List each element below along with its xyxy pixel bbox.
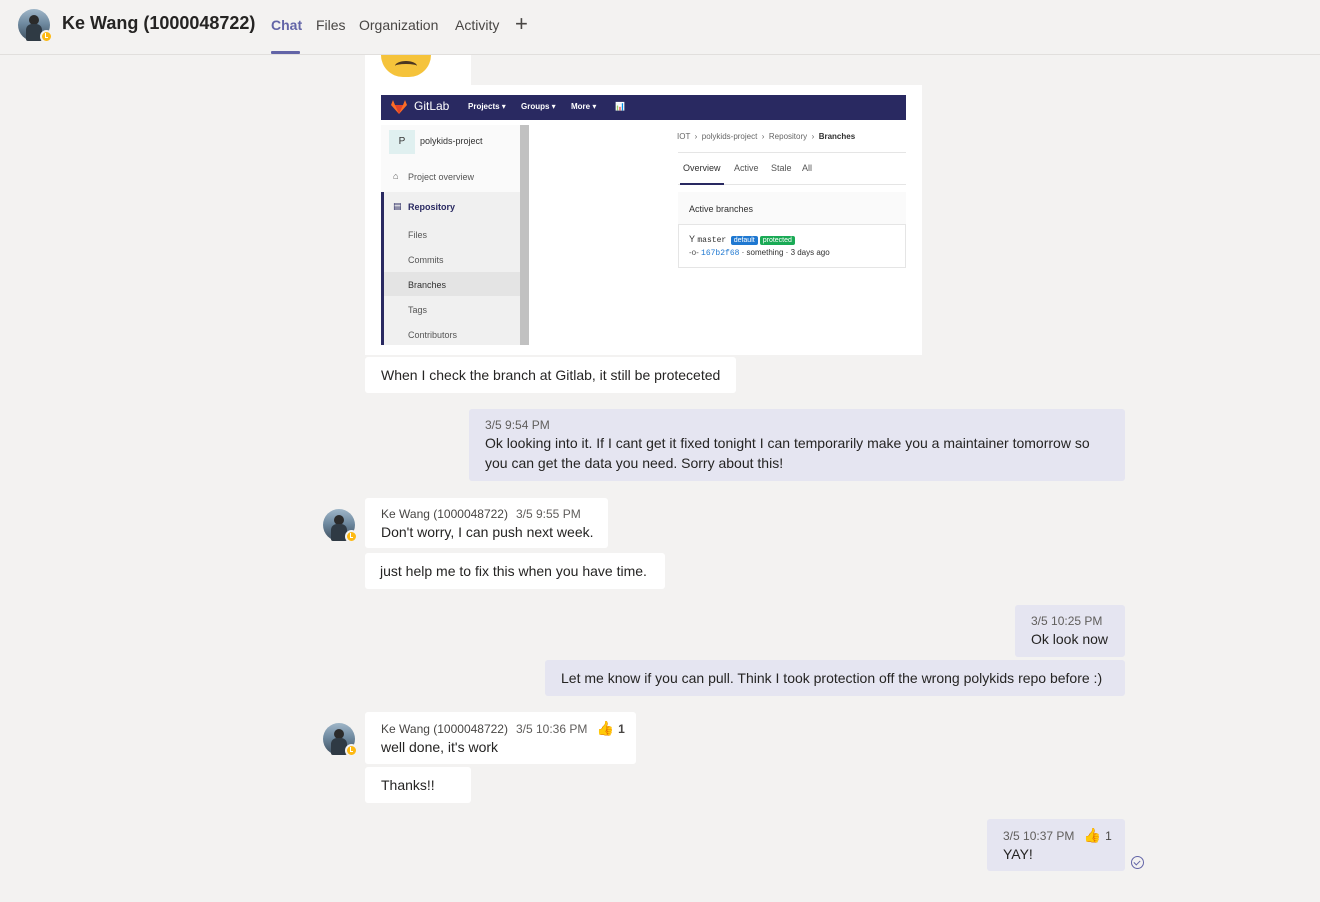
message-timestamp: 3/5 9:55 PM <box>515 507 581 521</box>
branch-name: master <box>697 236 727 245</box>
gitlab-nav-groups: Groups ▾ <box>521 102 556 111</box>
message-bubble[interactable]: just help me to fix this when you have t… <box>365 553 665 589</box>
project-initial-badge: P <box>389 130 415 154</box>
chat-title: Ke Wang (1000048722) <box>62 13 256 33</box>
my-message-bubble[interactable]: 3/5 10:37 PM 👍 1 YAY! <box>987 819 1125 871</box>
commit-info: · something · 3 days ago <box>741 248 830 257</box>
message-bubble[interactable]: Thanks!! <box>365 767 471 803</box>
seen-check-icon <box>1131 856 1144 869</box>
crumb-branches: Branches <box>818 132 856 141</box>
reaction-count: 1 <box>618 722 625 736</box>
away-status-icon <box>345 530 358 543</box>
reaction-count: 1 <box>1105 829 1112 843</box>
message-bubble[interactable]: Ke Wang (1000048722) 3/5 9:55 PM Don't wo… <box>365 498 608 548</box>
gitlab-active-tab-indicator <box>680 183 724 185</box>
gitlab-navbar: GitLab Projects ▾ Groups ▾ More ▾ 📊 <box>381 95 906 120</box>
message-timestamp: 3/5 10:25 PM <box>1031 614 1103 628</box>
sidebar-tags: Tags <box>408 305 428 315</box>
gitlab-nav-more: More ▾ <box>571 102 597 111</box>
sidebar-project-overview: Project overview <box>408 172 475 182</box>
gitlab-tab-stale: Stale <box>771 163 792 173</box>
branch-fork-icon: Y <box>689 234 695 244</box>
reaction[interactable]: 👍 1 <box>1084 827 1112 844</box>
tab-files[interactable]: Files <box>316 17 346 33</box>
sidebar-repository: Repository <box>408 202 456 212</box>
tab-chat[interactable]: Chat <box>271 17 302 33</box>
crumb-repository: Repository <box>768 132 808 141</box>
message-text: well done, it's work <box>381 739 499 755</box>
gitlab-tab-overview: Overview <box>683 163 721 173</box>
sidebar-contributors: Contributors <box>408 330 458 340</box>
sidebar-commits: Commits <box>408 255 444 265</box>
badge-protected: protected <box>759 236 795 245</box>
commit-icon: -o- <box>689 248 699 257</box>
gitlab-tab-all: All <box>802 163 813 173</box>
thumbs-up-icon: 👍 <box>596 720 615 736</box>
message-meta: Ke Wang (1000048722) 3/5 10:36 PM 👍 1 <box>381 720 625 737</box>
sidebar-files: Files <box>408 230 428 240</box>
tab-activity[interactable]: Activity <box>455 17 499 33</box>
gitlab-breadcrumb: IOT › polykids-project › Repository › Br… <box>677 132 856 141</box>
tab-organization[interactable]: Organization <box>359 17 438 33</box>
message-text: Let me know if you can pull. Think I too… <box>561 670 1103 686</box>
message-text-line1: Ok looking into it. If I cant get it fix… <box>485 435 1090 451</box>
message-text-line2: you can get the data you need. Sorry abo… <box>485 455 784 471</box>
chat-header: Ke Wang (1000048722) Chat Files Organiza… <box>0 0 1320 55</box>
gitlab-sidebar-branches-highlight <box>384 272 520 296</box>
gitlab-brand: GitLab <box>414 99 450 113</box>
my-message-bubble[interactable]: 3/5 10:25 PM Ok look now <box>1015 605 1125 657</box>
repository-icon: ▤ <box>393 201 402 211</box>
add-tab-icon[interactable]: + <box>515 12 528 36</box>
gitlab-nav-projects: Projects ▾ <box>468 102 506 111</box>
house-icon: ⌂ <box>393 171 399 181</box>
active-tab-indicator <box>271 51 300 54</box>
message-text: Thanks!! <box>381 777 435 793</box>
gitlab-nav-chart-icon: 📊 <box>615 102 625 111</box>
commit-row: -o- 167b2f68 · something · 3 days ago <box>689 248 830 258</box>
gitlab-logo-icon <box>391 100 407 114</box>
my-message-bubble[interactable]: Let me know if you can pull. Think I too… <box>545 660 1125 696</box>
message-bubble[interactable]: When I check the branch at Gitlab, it st… <box>365 357 736 393</box>
gitlab-sidebar-repository-section <box>381 192 520 345</box>
gitlab-tab-active: Active <box>734 163 759 173</box>
thumbs-up-icon: 👍 <box>1083 827 1102 843</box>
badge-default: default <box>730 236 758 245</box>
reaction[interactable]: 👍 1 <box>597 720 625 737</box>
gitlab-sidebar-scrollbar <box>520 125 529 345</box>
crumb-project: polykids-project <box>701 132 758 141</box>
gitlab-screenshot-image[interactable]: GitLab Projects ▾ Groups ▾ More ▾ 📊 P po… <box>365 85 922 355</box>
crumb-iot: IOT <box>677 132 691 141</box>
sender-name: Ke Wang (1000048722) <box>381 722 508 736</box>
message-text: Don't worry, I can push next week. <box>381 524 594 540</box>
message-text: Ok look now <box>1031 631 1109 647</box>
message-meta: Ke Wang (1000048722) 3/5 9:55 PM <box>381 506 592 522</box>
message-timestamp: 3/5 9:54 PM <box>485 418 550 432</box>
message-timestamp: 3/5 10:36 PM <box>515 722 588 736</box>
active-branches-title: Active branches <box>689 204 754 214</box>
away-status-icon <box>345 744 358 757</box>
away-status-icon <box>40 30 53 43</box>
commit-sha: 167b2f68 <box>701 249 740 258</box>
sender-avatar[interactable] <box>323 723 358 757</box>
message-text: YAY! <box>1003 846 1033 862</box>
project-name: polykids-project <box>420 136 483 146</box>
message-text: When I check the branch at Gitlab, it st… <box>381 367 721 383</box>
sender-name: Ke Wang (1000048722) <box>381 507 508 521</box>
sender-avatar[interactable] <box>323 509 358 543</box>
branch-row-main: Y master default protected <box>689 234 899 248</box>
message-bubble[interactable]: Ke Wang (1000048722) 3/5 10:36 PM 👍 1 well… <box>365 712 636 764</box>
message-text: just help me to fix this when you have t… <box>380 563 647 579</box>
message-timestamp: 3/5 10:37 PM <box>1003 829 1075 843</box>
sidebar-branches: Branches <box>408 280 447 290</box>
contact-avatar[interactable] <box>18 9 53 43</box>
message-meta: 3/5 10:37 PM 👍 1 <box>1003 827 1112 844</box>
my-message-bubble[interactable]: 3/5 9:54 PM Ok looking into it. If I can… <box>469 409 1125 481</box>
gitlab-divider <box>678 152 906 153</box>
